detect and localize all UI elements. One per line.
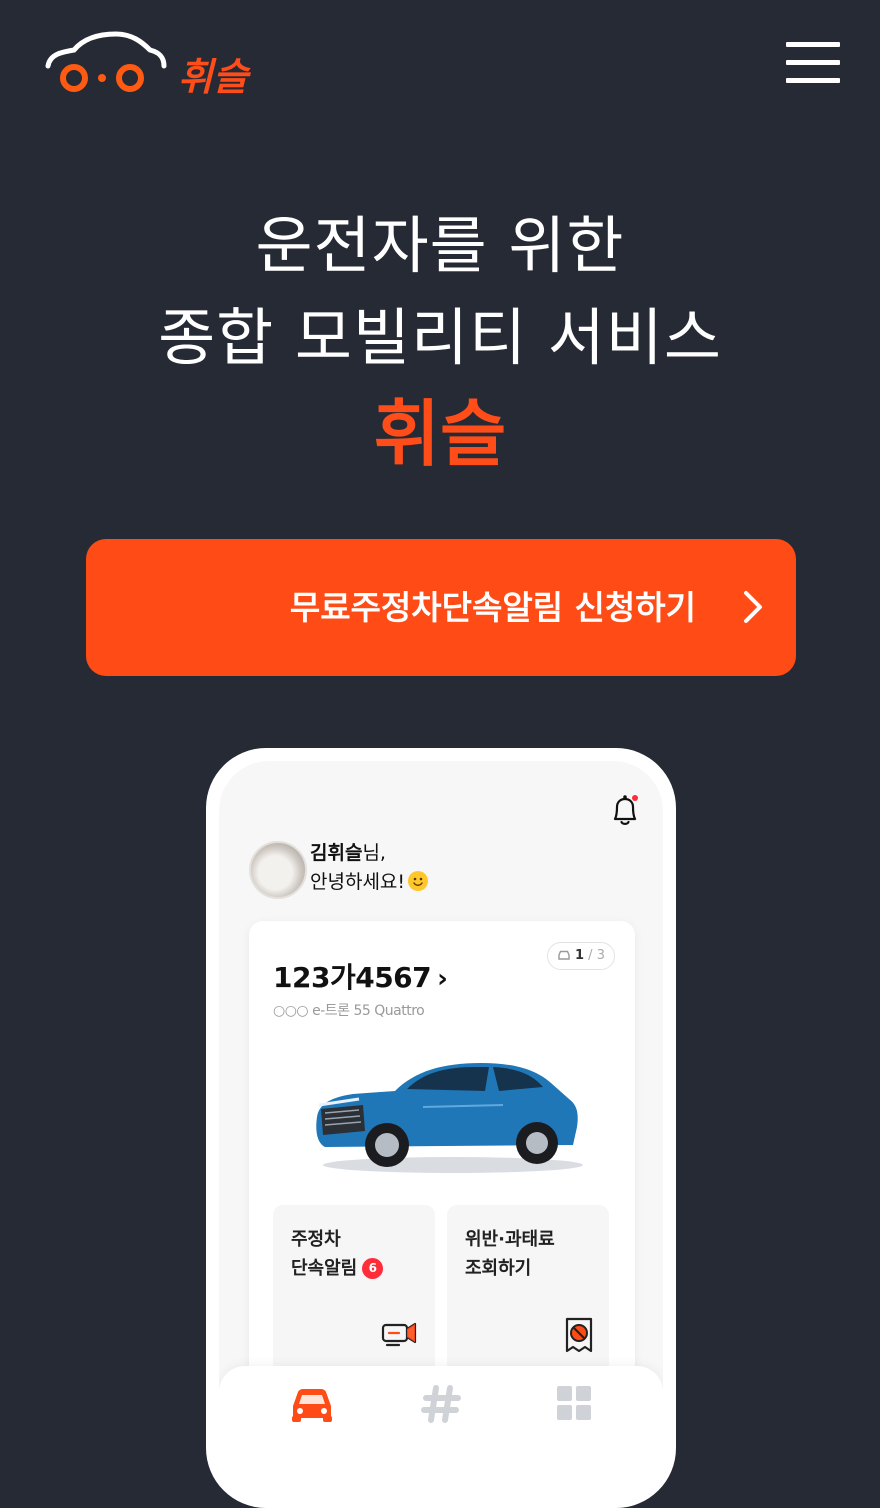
receipt-ban-icon [565,1317,593,1353]
parking-alert-tile[interactable]: 주정차 단속알림 6 [273,1205,435,1375]
tile2-line2: 조회하기 [465,1258,532,1279]
greeting: 김휘슬님, 안녕하세요! [310,839,429,897]
logo-text: 휘슬 [178,55,248,99]
plate-number: 123가4567 [273,961,432,994]
honorific: 님, [362,842,386,864]
header: 휘슬 [0,0,880,150]
free-parking-alert-signup-button[interactable]: 무료주정차단속알림 신청하기 [86,539,796,676]
violation-fine-lookup-tile[interactable]: 위반·과태료 조회하기 [447,1205,609,1375]
phone-mockup: 김휘슬님, 안녕하세요! 1 / 3 123가4567 › ○○○ e-트론 55… [206,748,676,1508]
tile2-line1: 위반·과태료 [465,1229,555,1250]
hashtag-icon[interactable] [419,1384,465,1424]
tile1-line1: 주정차 [291,1229,341,1250]
vehicle-counter[interactable]: 1 / 3 [547,942,615,970]
greeting-text: 안녕하세요! [310,871,406,893]
car-mini-icon [558,950,570,960]
hero: 운전자를 위한 종합 모빌리티 서비스 휘슬 [0,200,880,484]
plate-arrow: › [437,964,448,994]
car-icon[interactable] [289,1384,335,1424]
user-name: 김휘슬 [310,842,363,864]
counter-total: 3 [596,948,605,963]
brand-logo[interactable]: 휘슬 [40,28,260,103]
hero-brand: 휘슬 [373,392,507,476]
license-plate[interactable]: 123가4567 › [273,956,448,996]
grid-icon[interactable] [551,1384,597,1424]
bell-icon[interactable] [609,793,641,829]
vehicle-model: ○○○ e-트론 55 Quattro [273,1003,425,1019]
hero-headline-line2: 종합 모빌리티 서비스 [158,301,722,374]
car-logo-icon [45,31,167,92]
chevron-right-icon [744,591,762,623]
menu-button[interactable] [786,40,840,84]
cctv-camera-icon [381,1322,417,1347]
counter-separator: / [584,948,597,963]
avatar[interactable] [249,841,307,899]
tile1-line2: 단속알림 [291,1258,358,1279]
car-image [316,1063,583,1173]
hamburger-icon [786,42,840,47]
bottom-tab-bar [219,1366,663,1501]
phone-screen: 김휘슬님, 안녕하세요! 1 / 3 123가4567 › ○○○ e-트론 55… [219,761,663,1501]
hero-headline-line1: 운전자를 위한 [255,209,625,282]
counter-current: 1 [575,948,585,963]
smile-emoji-icon [408,871,429,891]
alert-count-badge: 6 [362,1258,384,1279]
cta-label: 무료주정차단속알림 신청하기 [289,588,696,627]
